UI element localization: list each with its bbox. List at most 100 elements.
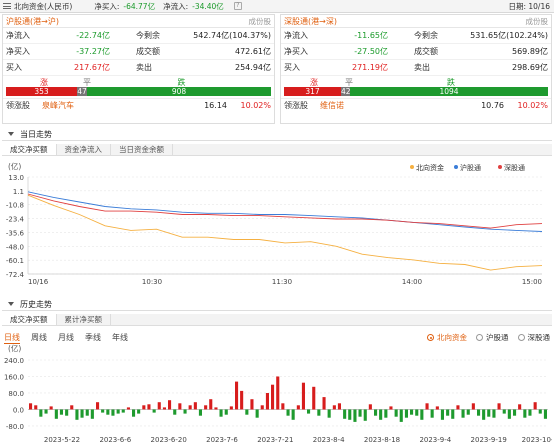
bar <box>312 386 316 410</box>
bar <box>271 384 275 410</box>
row-value: -11.65亿 <box>354 31 388 40</box>
sh-connect-panel: 沪股通(港→沪) 成份股 净流入 -22.74亿 今剩余 542.74亿(104… <box>2 14 275 124</box>
bar <box>296 405 300 410</box>
legend-marker-0 <box>410 165 414 169</box>
bar <box>425 403 429 410</box>
y-unit-label: (亿) <box>8 161 21 171</box>
bar <box>307 409 311 414</box>
sz-connect-panel: 深股通(港→深) 成份股 净流入 -11.65亿 今剩余 531.65亿(102… <box>280 14 552 124</box>
row-label: 今剩余 <box>414 31 438 40</box>
bar <box>384 409 388 418</box>
tab-history-net-buy[interactable]: 成交净买额 <box>2 314 57 325</box>
up-label: 涨 <box>40 78 48 87</box>
bar <box>353 409 357 422</box>
help-icon[interactable]: ? <box>233 2 242 10</box>
bar <box>446 409 450 416</box>
bar <box>147 404 151 410</box>
bar <box>368 404 372 410</box>
today-section-title: 当日走势 <box>20 129 52 139</box>
x-tick-label: 10:30 <box>142 278 162 286</box>
bar <box>513 409 517 416</box>
bar <box>276 376 280 410</box>
bar <box>528 409 532 416</box>
tab-history-cumulative[interactable]: 累计净买额 <box>57 314 111 325</box>
leader-stock-link[interactable]: 泉峰汽车 <box>42 100 74 111</box>
bar <box>471 403 475 410</box>
y-tick-label: 240.0 <box>4 357 24 365</box>
x-tick-label: 2023-6-20 <box>151 436 187 444</box>
bar <box>286 409 290 416</box>
bar <box>152 409 156 413</box>
bar <box>394 409 398 417</box>
bar <box>317 409 321 416</box>
row-value: -22.74亿 <box>76 31 110 40</box>
bar <box>533 402 537 410</box>
bar <box>507 409 511 419</box>
bar <box>265 393 269 410</box>
bar <box>374 409 378 416</box>
bar <box>456 405 460 410</box>
bar <box>337 403 341 410</box>
row-value: 542.74亿(104.37%) <box>193 31 271 40</box>
bar <box>90 409 94 419</box>
legend-label-1: 沪股通 <box>460 163 481 172</box>
bar <box>348 409 352 420</box>
sz-row-buy: 买入 271.19亿 卖出 298.69亿 <box>281 60 551 76</box>
bar <box>173 409 177 415</box>
bar <box>435 406 439 410</box>
bar <box>250 399 254 410</box>
x-tick-label: 2023-5-22 <box>44 436 80 444</box>
bar <box>193 402 197 410</box>
bar <box>430 409 434 418</box>
history-section-title: 历史走势 <box>20 299 52 309</box>
row-label: 卖出 <box>414 63 430 72</box>
row-label: 净买入 <box>284 47 308 56</box>
bar <box>410 409 414 415</box>
today-tabs: 成交净买额 资金净流入 当日资金余额 <box>2 144 552 156</box>
tab-net-inflow[interactable]: 资金净流入 <box>57 144 111 155</box>
y-tick-label: -10.8 <box>6 202 24 210</box>
bar <box>543 409 547 419</box>
tab-net-buy[interactable]: 成交净买额 <box>2 144 57 155</box>
row-label: 卖出 <box>136 63 152 72</box>
x-tick-label: 2023-8-18 <box>364 436 400 444</box>
bar <box>322 397 326 410</box>
bar <box>96 402 100 410</box>
sz-constituents-link[interactable]: 成份股 <box>526 16 549 27</box>
legend-marker-1 <box>454 165 458 169</box>
bar <box>327 409 331 418</box>
y-tick-label: -80.0 <box>6 423 24 431</box>
tab-balance[interactable]: 当日资金余额 <box>111 144 173 155</box>
collapse-arrow-icon[interactable] <box>8 132 14 136</box>
radio-dot-icon <box>517 334 525 341</box>
menu-icon[interactable] <box>3 3 11 9</box>
up-label: 涨 <box>310 78 318 87</box>
today-section-header[interactable]: 当日走势 <box>2 128 552 141</box>
bar <box>209 399 213 410</box>
collapse-arrow-icon[interactable] <box>8 302 14 306</box>
bar <box>126 407 130 410</box>
legend-label-2: 深股通 <box>504 163 525 172</box>
x-tick-label: 2023-9-19 <box>471 436 507 444</box>
y-tick-label: -35.6 <box>6 229 25 237</box>
row-label: 买入 <box>284 63 300 72</box>
bar <box>245 409 249 415</box>
sh-constituents-link[interactable]: 成份股 <box>249 16 272 27</box>
history-section-header[interactable]: 历史走势 <box>2 298 552 311</box>
series-line-2 <box>27 193 543 229</box>
down-count-bar: 1094 <box>350 87 548 96</box>
row-value: 298.69亿 <box>512 63 548 72</box>
leader-change: 10.02% <box>240 101 271 110</box>
bar <box>404 409 408 418</box>
row-value: 217.67亿 <box>74 63 110 72</box>
row-label: 买入 <box>6 63 22 72</box>
bar <box>477 409 481 416</box>
legend-marker-2 <box>498 165 502 169</box>
radio-dot-icon <box>476 334 483 341</box>
row-label: 成交额 <box>136 47 160 56</box>
sh-row-inflow: 净流入 -22.74亿 今剩余 542.74亿(104.37%) <box>3 28 274 44</box>
leader-label: 领涨股 <box>6 101 30 110</box>
bar <box>240 390 244 410</box>
y-tick-label: -48.0 <box>6 243 24 251</box>
leader-stock-link[interactable]: 维信诺 <box>320 100 344 111</box>
